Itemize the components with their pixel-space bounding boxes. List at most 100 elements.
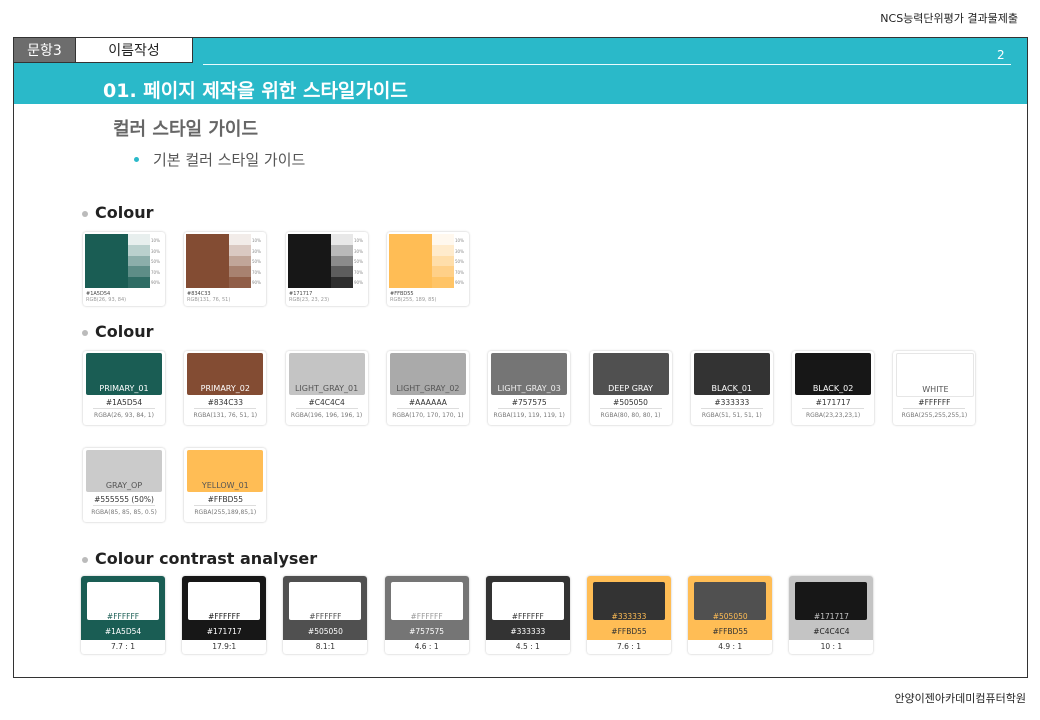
palette-tint-label: 50% <box>455 259 464 265</box>
swatch-divider <box>93 408 155 409</box>
swatch-rgba: RGBA(196, 196, 196, 1) <box>290 412 363 419</box>
swatch-rgba: RGBA(80, 80, 80, 1) <box>600 412 661 419</box>
swatch-name: LIGHT_GRAY_03 <box>497 384 561 393</box>
palette-tint-label: 10% <box>455 238 464 243</box>
swatch-divider <box>93 505 155 506</box>
swatch-heading: Colour <box>95 322 154 341</box>
swatch-divider <box>599 408 662 409</box>
contrast-background: #FFFFFF #1A5D54 <box>81 576 165 640</box>
contrast-ratio: 10 : 1 <box>820 642 843 651</box>
header-caption: NCS능력단위평가 결과물제출 <box>880 12 1018 25</box>
swatch-name: PRIMARY_01 <box>99 384 149 393</box>
contrast-background: #FFFFFF #757575 <box>384 576 469 640</box>
palette-tint <box>229 255 251 267</box>
contrast-ratio: 17.9:1 <box>212 642 237 651</box>
swatch-color: PRIMARY_02 <box>187 353 264 395</box>
swatch-name: WHITE <box>922 385 949 394</box>
palette-tint <box>432 234 454 245</box>
contrast-bg-hex: #C4C4C4 <box>813 627 850 636</box>
contrast-background: #FFFFFF #505050 <box>283 576 368 640</box>
swatch-hex: #AAAAAA <box>408 398 447 407</box>
swatch-card: BLACK_01 #333333 RGBA(51, 51, 51, 1) <box>690 351 773 425</box>
contrast-bg-hex: #171717 <box>206 627 242 636</box>
contrast-ratio: 8.1:1 <box>315 642 335 651</box>
swatch-color: BLACK_01 <box>693 353 770 395</box>
contrast-fg-hex: #FFFFFF <box>106 612 140 621</box>
bullet-icon <box>134 157 139 162</box>
swatch-rgba: RGBA(85, 85, 85, 0.5) <box>91 509 157 516</box>
question-name: 이름작성 <box>76 38 193 63</box>
footer-text: 안양이젠아카데미컴퓨터학원 <box>894 692 1026 705</box>
swatch-hex: #FFFFFF <box>918 398 951 407</box>
palette-tint-label: 70% <box>455 269 464 275</box>
palette-tint-strip <box>331 234 353 288</box>
swatch-divider <box>498 408 561 409</box>
swatch-color: BLACK_02 <box>795 353 872 395</box>
palette-tint-label: 10% <box>151 238 160 243</box>
swatch-name: LIGHT_GRAY_02 <box>396 384 460 393</box>
contrast-ratio: 7.6 : 1 <box>617 642 641 651</box>
palette-tint-strip <box>432 234 454 288</box>
contrast-background: #333333 #FFBD55 <box>587 576 671 640</box>
palette-tint-label: 70% <box>151 269 160 275</box>
palette-tint-label: 90% <box>252 280 261 286</box>
contrast-card: #FFFFFF #171717 17.9:1 <box>182 576 267 654</box>
swatch-hex: #505050 <box>613 398 648 407</box>
swatch-name: DEEP GRAY <box>608 384 653 393</box>
palette-tint-label: 90% <box>455 280 464 286</box>
palette-tint <box>128 244 150 256</box>
palette-tint-label: 50% <box>151 259 160 265</box>
palette-card: 10% 30% 50% 70% 90% #FFBD55 RGB(255, 189, 85) <box>387 232 469 306</box>
swatch-name: LIGHT_GRAY_01 <box>294 384 359 393</box>
palette-tint-labels: 10% 30% 50% 70% 90% <box>151 236 160 289</box>
question-label: 문항3 <box>14 38 76 63</box>
palette-tint-label: 50% <box>354 259 363 265</box>
swatch-hex: #555555 (50%) <box>94 495 154 504</box>
contrast-bg-hex: #1A5D54 <box>104 627 142 636</box>
contrast-ratio: 4.6 : 1 <box>414 642 439 651</box>
contrast-background: #FFFFFF #333333 <box>485 576 570 640</box>
swatch-hex: #FFBD55 <box>207 495 243 504</box>
palette-tint-label: 10% <box>252 238 261 243</box>
swatch-divider <box>194 505 257 506</box>
swatch-hex: #C4C4C4 <box>308 398 345 407</box>
heading-dot-icon <box>82 557 88 563</box>
swatch-card: WHITE #FFFFFF RGBA(255,255,255,1) <box>893 351 976 425</box>
swatch-rgba: RGBA(255,255,255,1) <box>901 412 968 419</box>
palette-base-color <box>389 234 432 288</box>
swatch-color: LIGHT_GRAY_01 <box>288 353 365 395</box>
palette-card: 10% 30% 50% 70% 90% #834C33 RGB(131, 76, 51) <box>184 232 266 306</box>
contrast-bg-hex: #505050 <box>307 627 343 636</box>
swatch-color: GRAY_OP <box>86 450 162 492</box>
contrast-card: #505050 #FFBD55 4.9 : 1 <box>688 576 773 654</box>
palette-tint <box>432 244 454 256</box>
contrast-bg-hex: #757575 <box>409 627 445 636</box>
swatch-name: GRAY_OP <box>105 481 143 490</box>
header-banner-top <box>193 38 1027 63</box>
palette-tint <box>331 277 353 288</box>
palette-tint-strip <box>128 234 150 288</box>
swatch-name: PRIMARY_02 <box>200 384 250 393</box>
palette-tint-label: 30% <box>252 248 261 254</box>
palette-card: 10% 30% 50% 70% 90% #171717 RGB(23, 23, 23) <box>286 232 368 306</box>
contrast-card: #FFFFFF #757575 4.6 : 1 <box>384 576 469 654</box>
contrast-fg-hex: #FFFFFF <box>410 612 443 621</box>
palette-tint <box>229 277 251 288</box>
palette-base-color <box>186 234 229 288</box>
palette-tint-label: 90% <box>354 280 363 286</box>
palette-tint <box>229 244 251 256</box>
page-title: 01. 페이지 제작을 위한 스타일가이드 <box>103 80 408 102</box>
swatch-card: BLACK_02 #171717 RGBA(23,23,23,1) <box>792 351 875 425</box>
swatch-name: BLACK_01 <box>711 384 753 393</box>
contrast-ratio: 7.7 : 1 <box>111 642 135 651</box>
contrast-background: #505050 #FFBD55 <box>688 576 773 640</box>
contrast-background: #171717 #C4C4C4 <box>789 576 874 640</box>
palette-tint <box>331 255 353 267</box>
palette-tint <box>128 255 150 267</box>
palette-tint-labels: 10% 30% 50% 70% 90% <box>252 236 261 289</box>
palette-tint <box>229 234 251 245</box>
contrast-card: #171717 #C4C4C4 10 : 1 <box>789 576 874 654</box>
contrast-bg-hex: #FFBD55 <box>712 627 748 636</box>
swatch-card: LIGHT_GRAY_03 #757575 RGBA(119, 119, 119, … <box>488 351 571 425</box>
palette-tint <box>331 266 353 278</box>
